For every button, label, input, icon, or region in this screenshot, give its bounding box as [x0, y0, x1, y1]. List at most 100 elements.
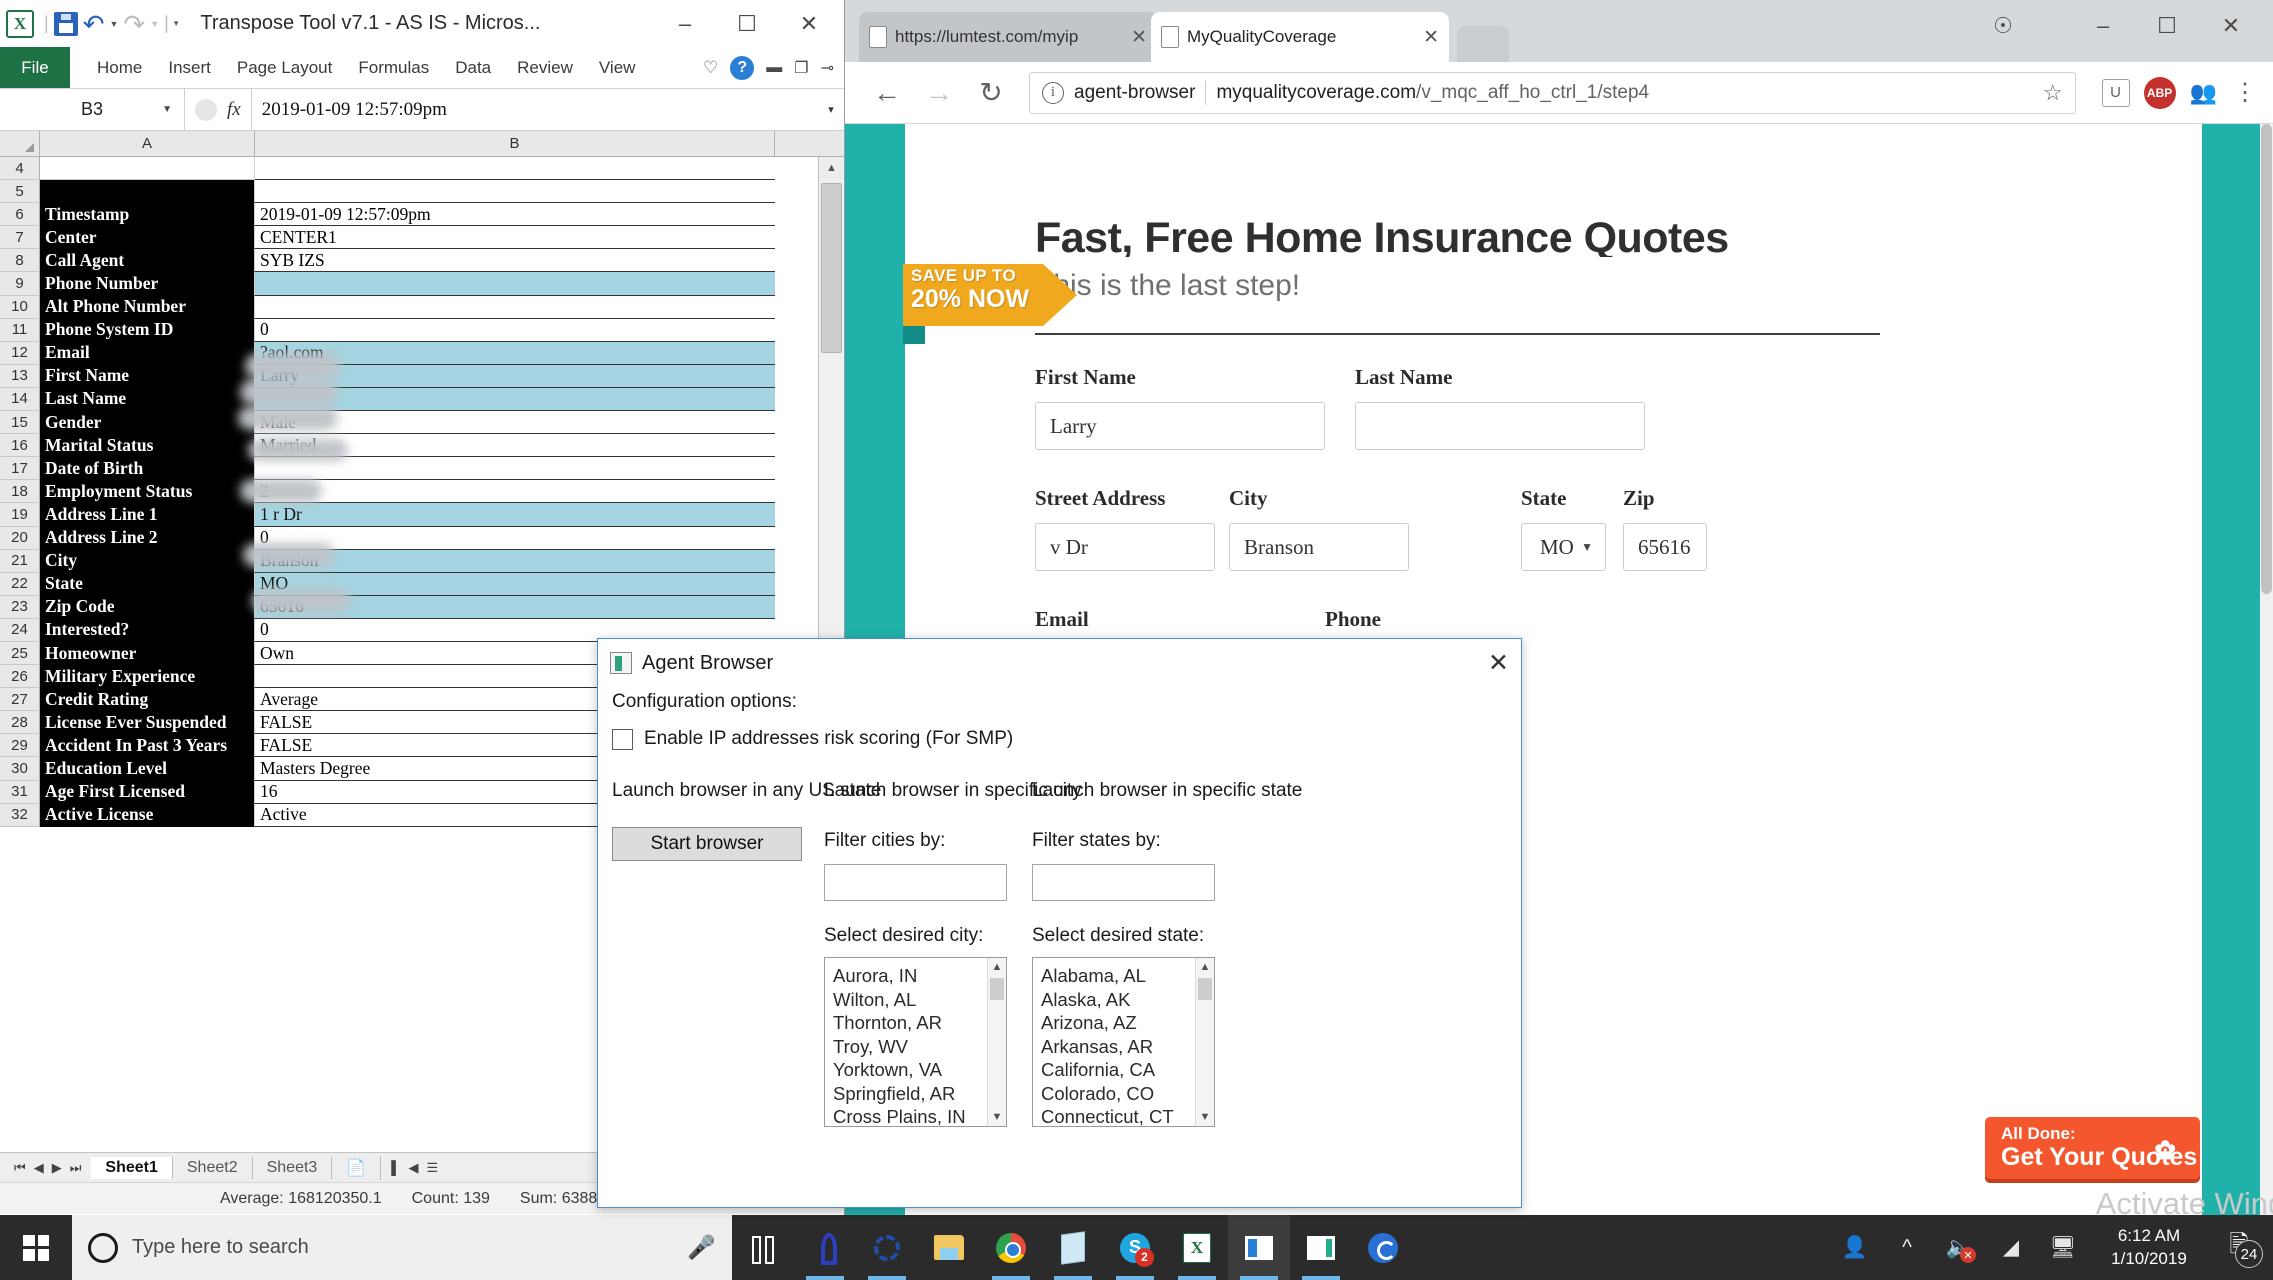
- close-tab-icon[interactable]: ✕: [1131, 26, 1147, 49]
- list-item[interactable]: Yorktown, VA: [833, 1058, 1006, 1082]
- taskbar-chrome[interactable]: [980, 1215, 1042, 1280]
- table-row[interactable]: 20Address Line 20: [0, 527, 844, 550]
- row-header[interactable]: 32: [0, 804, 40, 827]
- cell-value[interactable]: [255, 180, 775, 203]
- scroll-down-icon[interactable]: ▼: [988, 1108, 1006, 1126]
- sheet-tab-sheet2[interactable]: Sheet2: [173, 1157, 253, 1179]
- table-row[interactable]: 8Call AgentSYB IZS: [0, 249, 844, 272]
- cell-value[interactable]: [255, 157, 775, 180]
- taskbar-search[interactable]: Type here to search 🎤: [72, 1215, 732, 1280]
- cell-label[interactable]: Last Name: [40, 388, 255, 411]
- cell-label[interactable]: License Ever Suspended: [40, 711, 255, 734]
- cell-label[interactable]: Phone Number: [40, 272, 255, 295]
- row-header[interactable]: 27: [0, 688, 40, 711]
- row-header[interactable]: 30: [0, 757, 40, 780]
- cell-label[interactable]: Active License: [40, 804, 255, 827]
- column-header-a[interactable]: A: [40, 131, 255, 156]
- taskbar-file-explorer[interactable]: [918, 1215, 980, 1280]
- cell-label[interactable]: Education Level: [40, 757, 255, 780]
- cell-label[interactable]: First Name: [40, 365, 255, 388]
- row-header[interactable]: 14: [0, 388, 40, 411]
- list-item[interactable]: Cross Plains, IN: [833, 1105, 1006, 1127]
- forward-icon[interactable]: →: [913, 77, 965, 109]
- redo-dropdown-icon[interactable]: ▼: [150, 19, 159, 29]
- table-row[interactable]: 16Marital StatusMarried: [0, 434, 844, 457]
- cell-label[interactable]: Military Experience: [40, 665, 255, 688]
- cell-value[interactable]: 2: [255, 480, 775, 503]
- taskbar-agent-browser[interactable]: [1228, 1215, 1290, 1280]
- volume-muted-icon[interactable]: 🔈✕: [1933, 1215, 1985, 1280]
- table-row[interactable]: 10Alt Phone Number: [0, 296, 844, 319]
- cell-label[interactable]: Gender: [40, 411, 255, 434]
- scrollbar-thumb[interactable]: [990, 978, 1004, 1000]
- taskbar-excel[interactable]: X: [1166, 1215, 1228, 1280]
- column-header-b[interactable]: B: [255, 131, 775, 156]
- row-header[interactable]: 12: [0, 342, 40, 365]
- row-header[interactable]: 20: [0, 527, 40, 550]
- scroll-down-icon[interactable]: ▼: [1196, 1108, 1214, 1126]
- help-icon[interactable]: ?: [730, 56, 754, 80]
- ribbon-tab-data[interactable]: Data: [442, 58, 504, 78]
- formula-input[interactable]: 2019-01-09 12:57:09pm: [251, 89, 818, 130]
- filter-cities-input[interactable]: [824, 864, 1007, 901]
- formula-expand-icon[interactable]: ▾: [818, 103, 844, 116]
- formula-cancel-icon[interactable]: [195, 99, 217, 121]
- list-item[interactable]: Colorado, CO: [1041, 1082, 1214, 1106]
- table-row[interactable]: 17Date of Birth: [0, 457, 844, 480]
- cell-label[interactable]: Marital Status: [40, 434, 255, 457]
- browser-tab-myqualitycoverage[interactable]: MyQualityCoverage ✕: [1151, 12, 1449, 62]
- row-header[interactable]: 10: [0, 296, 40, 319]
- extension-people-icon[interactable]: 👥: [2190, 80, 2217, 106]
- ribbon-minimize-icon[interactable]: ▬: [766, 59, 782, 77]
- browser-maximize-button[interactable]: ☐: [2135, 4, 2199, 48]
- cell-value[interactable]: 0: [255, 527, 775, 550]
- cell-label[interactable]: Call Agent: [40, 249, 255, 272]
- excel-maximize-button[interactable]: ☐: [716, 0, 778, 47]
- list-item[interactable]: Thornton, AR: [833, 1011, 1006, 1035]
- list-item[interactable]: Aurora, IN: [833, 964, 1006, 988]
- cell-value[interactable]: 0: [255, 319, 775, 342]
- row-header[interactable]: 5: [0, 180, 40, 203]
- table-row[interactable]: 5: [0, 180, 844, 203]
- scrollbar-thumb[interactable]: [1198, 978, 1212, 1000]
- ribbon-tab-review[interactable]: Review: [504, 58, 586, 78]
- reload-icon[interactable]: ↻: [965, 76, 1017, 109]
- excel-minimize-button[interactable]: –: [654, 0, 716, 47]
- row-header[interactable]: 16: [0, 434, 40, 457]
- cell-label[interactable]: [40, 180, 255, 203]
- list-item[interactable]: Arizona, AZ: [1041, 1011, 1214, 1035]
- table-row[interactable]: 12Email ?aol.com: [0, 342, 844, 365]
- cell-label[interactable]: Email: [40, 342, 255, 365]
- people-icon[interactable]: 👤: [1829, 1215, 1881, 1280]
- city-listbox-scrollbar[interactable]: ▲ ▼: [987, 958, 1006, 1126]
- cell-value[interactable]: [255, 272, 775, 295]
- zip-input[interactable]: 65616: [1623, 523, 1707, 571]
- row-header[interactable]: 11: [0, 319, 40, 342]
- filter-states-input[interactable]: [1032, 864, 1215, 901]
- state-listbox[interactable]: Alabama, ALAlaska, AKArizona, AZArkansas…: [1032, 957, 1215, 1127]
- scrollbar-thumb[interactable]: [821, 183, 842, 353]
- cell-label[interactable]: Timestamp: [40, 203, 255, 226]
- cell-label[interactable]: Alt Phone Number: [40, 296, 255, 319]
- ribbon-tab-home[interactable]: Home: [84, 58, 155, 78]
- row-header[interactable]: 31: [0, 781, 40, 804]
- row-header[interactable]: 19: [0, 503, 40, 526]
- table-row[interactable]: 22StateMO: [0, 573, 844, 596]
- ribbon-close-icon[interactable]: ⊸: [821, 58, 834, 78]
- undo-icon[interactable]: ↶: [83, 11, 105, 37]
- start-button[interactable]: [0, 1215, 72, 1280]
- name-box[interactable]: B3 ▼: [0, 89, 185, 130]
- table-row[interactable]: 13First NameLarry: [0, 365, 844, 388]
- excel-close-button[interactable]: ✕: [778, 0, 840, 47]
- first-sheet-icon[interactable]: ⏮: [14, 1160, 26, 1176]
- hscroll-thumb[interactable]: ☰: [426, 1160, 438, 1176]
- prev-sheet-icon[interactable]: ◀: [34, 1160, 44, 1176]
- scroll-up-icon[interactable]: ▲: [1196, 958, 1214, 976]
- address-bar[interactable]: i agent-browser myqualitycoverage.com/v_…: [1029, 72, 2076, 114]
- taskbar-skype[interactable]: S2: [1104, 1215, 1166, 1280]
- row-header[interactable]: 13: [0, 365, 40, 388]
- start-browser-button[interactable]: Start browser: [612, 827, 802, 861]
- table-row[interactable]: 14Last Name: [0, 388, 844, 411]
- taskbar-window-2[interactable]: [1290, 1215, 1352, 1280]
- row-header[interactable]: 8: [0, 249, 40, 272]
